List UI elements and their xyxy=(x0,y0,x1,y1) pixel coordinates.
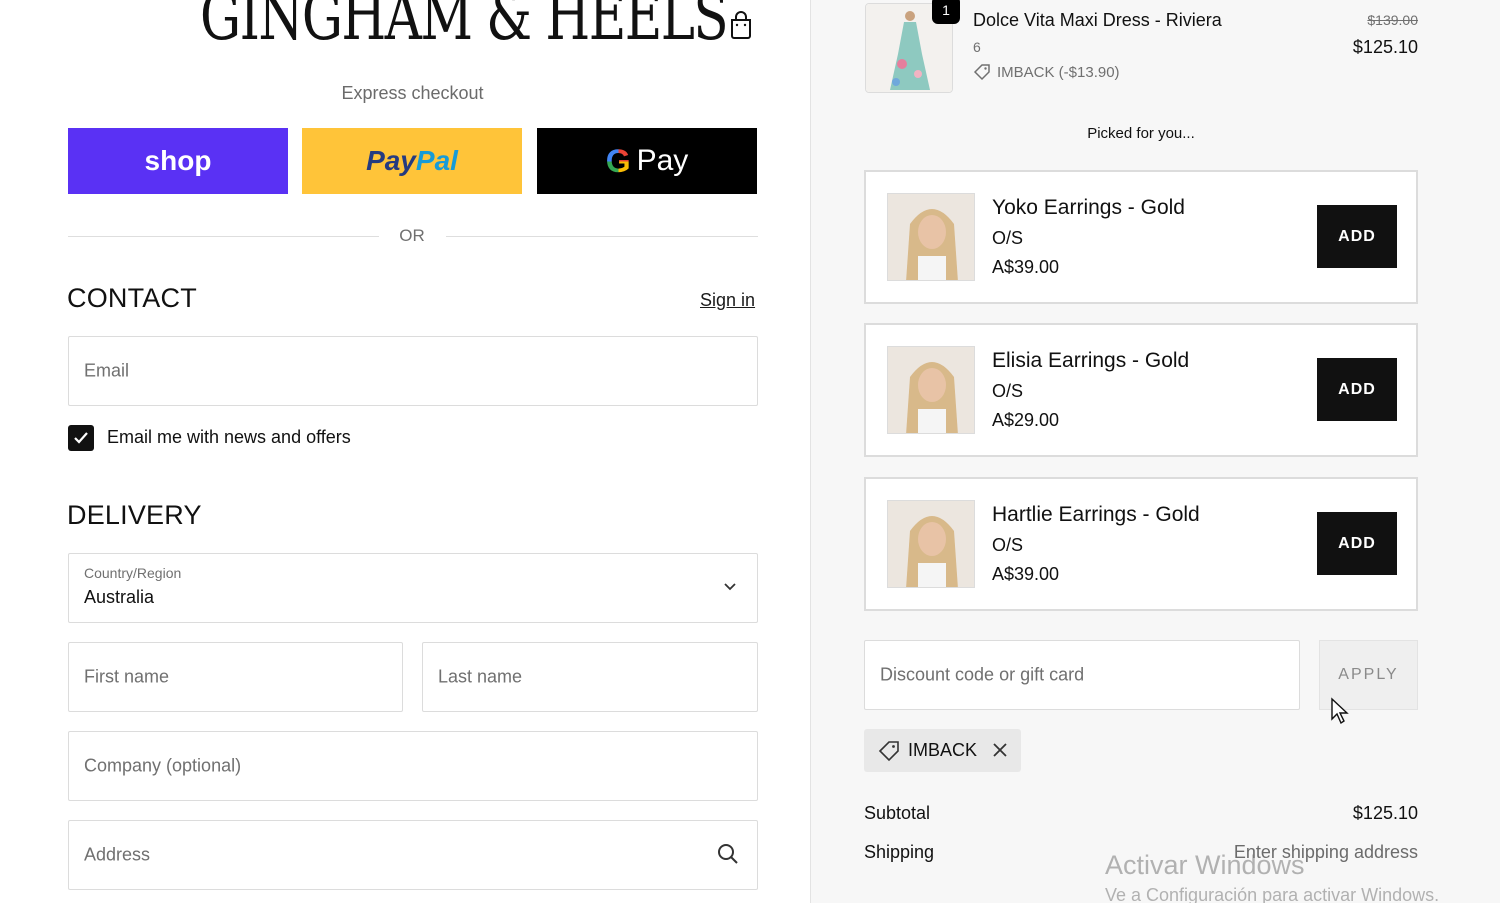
address-field[interactable]: Address xyxy=(68,820,758,890)
product-price: $125.10 xyxy=(1352,37,1418,57)
first-name-field[interactable]: First name xyxy=(68,642,403,712)
store-logo[interactable]: GINGHAM & HEELS xyxy=(200,0,729,58)
upsell-size: O/S xyxy=(992,381,1024,401)
product-variant: 6 xyxy=(973,39,981,55)
first-name-placeholder: First name xyxy=(84,666,170,687)
upsell-name: Elisia Earrings - Gold xyxy=(992,349,1190,372)
discount-code-placeholder: Discount code or gift card xyxy=(880,664,1085,685)
checkout-form-column: GINGHAM & HEELS Express checkout shop Pa… xyxy=(0,0,810,903)
google-g-icon: G xyxy=(605,142,631,179)
shipping-label: Shipping xyxy=(864,842,935,862)
email-field[interactable]: Email xyxy=(68,336,758,406)
windows-activation-watermark: Activar Windows xyxy=(1105,850,1305,880)
country-label: Country/Region xyxy=(84,565,182,581)
tag-icon xyxy=(973,64,990,81)
company-field[interactable]: Company (optional) xyxy=(68,731,758,801)
upsell-price: A$39.00 xyxy=(992,257,1060,277)
picked-for-you-label: Picked for you... xyxy=(1087,125,1195,142)
earring-model-image xyxy=(887,346,975,434)
checkmark-icon xyxy=(74,432,88,444)
upsell-price: A$39.00 xyxy=(992,564,1060,584)
or-divider-label: OR xyxy=(399,226,425,245)
add-upsell-button[interactable]: ADD xyxy=(1317,205,1397,268)
last-name-field[interactable]: Last name xyxy=(422,642,758,712)
add-upsell-button[interactable]: ADD xyxy=(1317,512,1397,575)
upsell-card: Yoko Earrings - Gold O/S A$39.00 ADD xyxy=(864,170,1418,304)
close-icon[interactable] xyxy=(991,741,1009,759)
country-select[interactable]: Country/Region Australia xyxy=(68,553,758,623)
country-value: Australia xyxy=(84,587,155,607)
newsletter-label: Email me with news and offers xyxy=(107,427,351,447)
company-placeholder: Company (optional) xyxy=(84,755,242,776)
windows-activation-subtext: Ve a Configuración para activar Windows. xyxy=(1105,885,1440,903)
product-name: Dolce Vita Maxi Dress - Riviera xyxy=(973,10,1222,30)
express-checkout-label: Express checkout xyxy=(341,83,484,103)
or-divider-right xyxy=(446,236,758,237)
tag-icon xyxy=(878,740,899,761)
delivery-heading: DELIVERY xyxy=(67,500,202,530)
upsell-card: Elisia Earrings - Gold O/S A$29.00 ADD xyxy=(864,323,1418,457)
upsell-card: Hartlie Earrings - Gold O/S A$39.00 ADD xyxy=(864,477,1418,611)
earring-model-image xyxy=(887,500,975,588)
newsletter-checkbox[interactable] xyxy=(68,425,94,451)
or-divider-left xyxy=(68,236,379,237)
applied-discount-chip: IMBACK xyxy=(864,729,1021,772)
contact-heading: CONTACT xyxy=(67,283,197,313)
upsell-price: A$29.00 xyxy=(992,410,1060,430)
paypal-button[interactable]: Pay Pal xyxy=(302,128,522,194)
paypal-label-pal: Pal xyxy=(415,145,458,176)
upsell-size: O/S xyxy=(992,535,1024,555)
applied-discount-code: IMBACK xyxy=(908,740,978,760)
last-name-placeholder: Last name xyxy=(438,666,523,687)
subtotal-label: Subtotal xyxy=(864,803,931,823)
subtotal-value: $125.10 xyxy=(1352,803,1418,823)
product-original-price: $139.00 xyxy=(1367,12,1418,28)
upsell-name: Yoko Earrings - Gold xyxy=(992,196,1185,219)
quantity-badge: 1 xyxy=(932,0,960,24)
earring-model-image xyxy=(887,193,975,281)
google-pay-button[interactable]: G Pay xyxy=(537,128,757,194)
product-discount-text: IMBACK (-$13.90) xyxy=(997,63,1120,81)
upsell-size: O/S xyxy=(992,228,1024,248)
paypal-label-pay: Pay xyxy=(366,145,416,176)
product-discount: IMBACK (-$13.90) xyxy=(973,63,1120,81)
add-upsell-button[interactable]: ADD xyxy=(1317,358,1397,421)
shop-pay-label: shop xyxy=(144,145,212,176)
discount-code-input[interactable]: Discount code or gift card xyxy=(864,640,1300,710)
shop-pay-button[interactable]: shop xyxy=(68,128,288,194)
chevron-down-icon xyxy=(724,583,736,591)
mouse-cursor-icon xyxy=(1331,697,1349,725)
sign-in-link[interactable]: Sign in xyxy=(700,290,755,311)
address-placeholder: Address xyxy=(84,844,151,865)
search-icon[interactable] xyxy=(717,843,739,865)
email-placeholder: Email xyxy=(84,360,130,381)
google-pay-label: Pay xyxy=(636,144,689,177)
upsell-name: Hartlie Earrings - Gold xyxy=(992,503,1200,526)
shopping-bag-icon[interactable] xyxy=(727,10,755,40)
